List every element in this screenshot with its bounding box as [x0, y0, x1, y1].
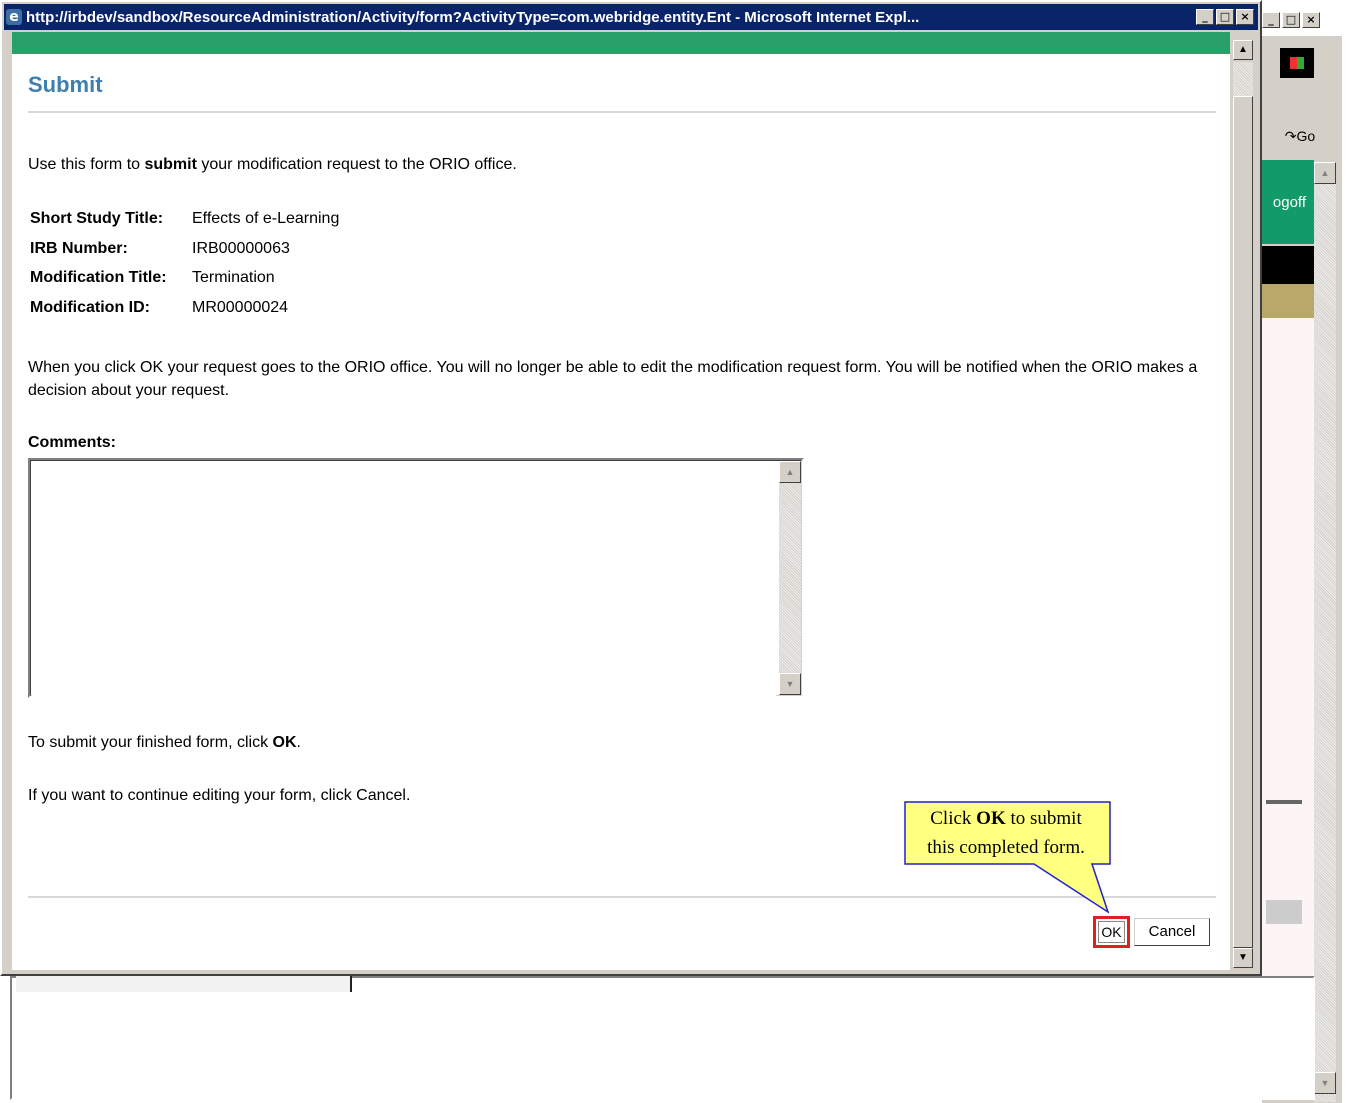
background-gray-block [1266, 900, 1302, 924]
bg-minimize-button[interactable]: _ [1262, 12, 1280, 28]
callout-bold: OK [976, 808, 1006, 829]
scroll-up-arrow-icon[interactable]: ▲ [1233, 40, 1253, 60]
info-value: Effects of e-Learning [192, 210, 340, 227]
background-vertical-scrollbar[interactable] [1314, 162, 1336, 1102]
background-bottom-frame [10, 976, 1315, 1100]
ok-button-highlight: OK [1093, 916, 1130, 948]
info-value: Termination [192, 269, 275, 286]
info-row-short-study-title: Short Study Title: Effects of e-Learning [30, 210, 339, 240]
popup-window-controls: _ □ × [1196, 9, 1254, 25]
intro-prefix: Use this form to [28, 156, 145, 173]
callout-line-2: this completed form. [927, 837, 1085, 858]
popup-window-title: http://irbdev/sandbox/ResourceAdministra… [26, 8, 920, 26]
info-row-modification-title: Modification Title: Termination [30, 269, 339, 299]
instr1-suffix: . [296, 734, 301, 751]
go-button[interactable]: ↷Go [1276, 122, 1324, 150]
bg-scroll-down-arrow-icon[interactable]: ▼ [1314, 1072, 1336, 1094]
comments-scroll-down-icon[interactable]: ▼ [779, 673, 801, 695]
comments-label: Comments: [28, 434, 117, 451]
popup-vertical-scrollbar[interactable]: ▲ ▼ [1230, 38, 1256, 970]
cancel-button[interactable]: Cancel [1134, 918, 1210, 946]
comments-field[interactable] [32, 462, 776, 696]
cancel-instruction: If you want to continue editing your for… [28, 787, 411, 804]
info-value: IRB00000063 [192, 239, 290, 257]
intro-bold: submit [144, 156, 197, 173]
logoff-link[interactable]: ogoff [1262, 160, 1314, 244]
go-label: Go [1296, 128, 1316, 144]
background-olive-bar [1262, 284, 1314, 318]
study-info-list: Short Study Title: Effects of e-Learning… [30, 210, 339, 328]
info-label: IRB Number: [30, 239, 128, 257]
top-divider [28, 111, 1216, 113]
windows-logo-icon [1280, 48, 1314, 78]
popup-titlebar[interactable]: e http://irbdev/sandbox/ResourceAdminist… [4, 4, 1258, 30]
callout-line-1: Click OK to submit [906, 804, 1106, 833]
minimize-button[interactable]: _ [1196, 9, 1214, 25]
intro-text: Use this form to submit your modificatio… [28, 156, 517, 174]
go-arrow-icon: ↷ [1284, 128, 1297, 144]
comments-scroll-up-icon[interactable]: ▲ [779, 461, 801, 483]
info-row-modification-id: Modification ID: MR00000024 [30, 299, 339, 329]
info-label: Modification Title: [30, 269, 167, 286]
intro-suffix: your modification request to the ORIO of… [196, 156, 517, 173]
background-page-panel [1262, 318, 1314, 998]
ok-button[interactable]: OK [1098, 921, 1125, 943]
bottom-divider [28, 896, 1216, 898]
scroll-down-arrow-icon[interactable]: ▼ [1233, 948, 1253, 968]
comments-scrollbar[interactable]: ▲ ▼ [779, 461, 801, 695]
background-black-bar [1262, 246, 1314, 284]
submission-notice: When you click OK your request goes to t… [28, 359, 1198, 399]
maximize-button[interactable]: □ [1216, 9, 1234, 25]
bg-close-button[interactable]: × [1302, 12, 1320, 28]
info-row-irb-number: IRB Number: IRB00000063 [30, 240, 339, 270]
bg-maximize-button[interactable]: □ [1282, 12, 1300, 28]
page-title: Submit [28, 72, 103, 97]
scroll-thumb[interactable] [1233, 96, 1253, 948]
header-green-bar [12, 32, 1230, 54]
background-window-controls: _ □ × [1262, 12, 1342, 34]
close-button[interactable]: × [1236, 9, 1254, 25]
callout-tooltip-text: Click OK to submit this completed form. [906, 804, 1106, 862]
info-label: Modification ID: [30, 298, 150, 316]
info-value: MR00000024 [192, 298, 289, 316]
background-divider [1266, 800, 1302, 804]
callout-suffix: to submit [1005, 808, 1082, 829]
callout-prefix: Click [930, 808, 977, 829]
bg-scroll-up-arrow-icon[interactable]: ▲ [1314, 162, 1336, 184]
comments-field-frame: ▲ ▼ [28, 458, 804, 698]
background-bottom-cell [16, 976, 352, 992]
instr1-bold: OK [272, 734, 297, 751]
submit-instruction: To submit your finished form, click OK. [28, 734, 301, 752]
info-label: Short Study Title: [30, 210, 164, 227]
instr1-prefix: To submit your finished form, click [28, 734, 273, 751]
internet-explorer-icon: e [6, 9, 22, 25]
